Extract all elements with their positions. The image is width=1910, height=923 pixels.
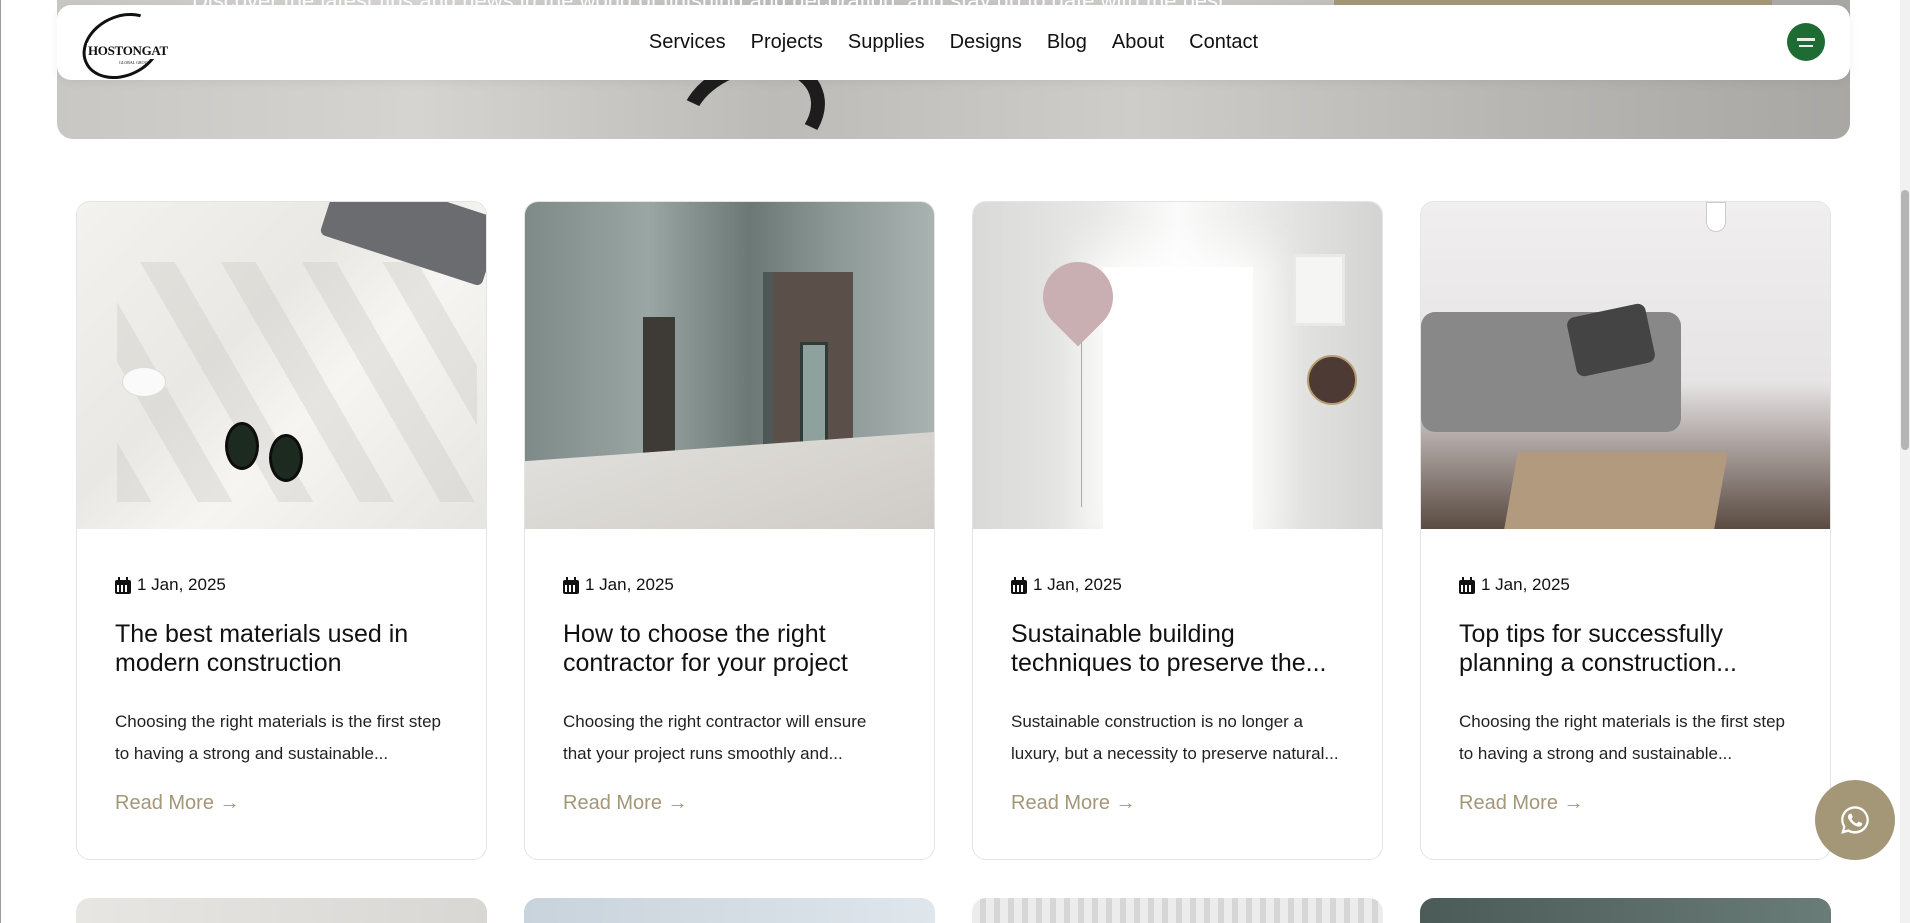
lens-right (269, 434, 303, 482)
post-date-text: 1 Jan, 2025 (1033, 575, 1122, 594)
post-date-text: 1 Jan, 2025 (1481, 575, 1570, 594)
post-excerpt: Choosing the right contractor will ensur… (563, 712, 867, 763)
post-date: 1 Jan, 2025 (115, 575, 448, 595)
nav-contact[interactable]: Contact (1177, 31, 1271, 54)
whatsapp-button[interactable] (1815, 780, 1895, 860)
blog-card[interactable]: 1 Jan, 2025 The best materials used in m… (76, 201, 487, 860)
calendar-icon (1011, 576, 1027, 594)
blog-card-body: 1 Jan, 2025 The best materials used in m… (77, 575, 486, 815)
page-scrollbar[interactable] (1900, 0, 1910, 923)
flag-sword (1799, 44, 1813, 47)
nav-about[interactable]: About (1099, 31, 1176, 54)
nav-blog[interactable]: Blog (1034, 31, 1099, 54)
blog-card-body: 1 Jan, 2025 How to choose the right cont… (525, 575, 934, 815)
blog-card-image[interactable] (972, 898, 1383, 923)
post-date: 1 Jan, 2025 (1459, 575, 1792, 595)
flag-script (1797, 37, 1815, 41)
blog-card[interactable]: 1 Jan, 2025 How to choose the right cont… (524, 201, 935, 860)
bright-window-image (1103, 267, 1253, 529)
blog-card-body: 1 Jan, 2025 Top tips for successfully pl… (1421, 575, 1830, 815)
pendant-lamp-image (1706, 202, 1726, 232)
blog-card[interactable]: 1 Jan, 2025 Top tips for successfully pl… (1420, 201, 1831, 860)
calendar-icon (1459, 576, 1475, 594)
post-excerpt: Choosing the right materials is the firs… (1459, 712, 1785, 763)
nav-supplies[interactable]: Supplies (835, 31, 937, 54)
calendar-icon (115, 576, 131, 594)
lens-left (225, 422, 259, 470)
read-more-link[interactable]: Read More → (1011, 792, 1136, 815)
blog-card-image[interactable] (1420, 898, 1831, 923)
post-date: 1 Jan, 2025 (1011, 575, 1344, 595)
post-title[interactable]: The best materials used in modern constr… (115, 620, 448, 678)
whatsapp-icon (1841, 806, 1869, 834)
post-date-text: 1 Jan, 2025 (585, 575, 674, 594)
post-excerpt: Choosing the right materials is the firs… (115, 712, 441, 763)
cactus-frame-image (1293, 254, 1345, 326)
read-more-link[interactable]: Read More → (563, 792, 688, 815)
nav-services[interactable]: Services (636, 31, 738, 54)
calendar-icon (563, 576, 579, 594)
nav-designs[interactable]: Designs (937, 31, 1034, 54)
blog-card-image[interactable] (525, 202, 934, 529)
blog-card-image[interactable] (76, 898, 487, 923)
post-title[interactable]: How to choose the right contractor for y… (563, 620, 896, 678)
nav-projects[interactable]: Projects (738, 31, 835, 54)
balloon-string (1081, 327, 1082, 507)
post-date: 1 Jan, 2025 (563, 575, 896, 595)
blog-card-image[interactable] (524, 898, 935, 923)
window-edge (0, 0, 1, 923)
saudi-flag-icon[interactable] (1787, 23, 1825, 61)
main-nav: Services Projects Supplies Designs Blog … (57, 5, 1850, 80)
post-title[interactable]: Top tips for successfully planning a con… (1459, 620, 1792, 678)
coffee-table-image (1504, 452, 1728, 529)
read-more-link[interactable]: Read More → (115, 792, 240, 815)
sunglasses-image (217, 422, 337, 482)
post-title[interactable]: Sustainable building techniques to prese… (1011, 620, 1344, 678)
scrollbar-thumb[interactable] (1901, 190, 1909, 450)
blog-card-grid-row2 (76, 898, 1831, 923)
blog-card-grid: 1 Jan, 2025 The best materials used in m… (76, 201, 1831, 860)
blog-card-image[interactable] (77, 202, 486, 529)
blog-card-body: 1 Jan, 2025 Sustainable building techniq… (973, 575, 1382, 815)
post-date-text: 1 Jan, 2025 (137, 575, 226, 594)
blog-card-image[interactable] (1421, 202, 1830, 529)
earbuds-case-image (122, 367, 166, 397)
wall-clock-image (1307, 355, 1357, 405)
blog-card[interactable]: 1 Jan, 2025 Sustainable building techniq… (972, 201, 1383, 860)
navbar: HOSTONGAT GLOBAL GROUP Services Projects… (57, 0, 1850, 92)
floor-image (525, 432, 934, 529)
read-more-link[interactable]: Read More → (1459, 792, 1584, 815)
post-excerpt: Sustainable construction is no longer a … (1011, 712, 1339, 763)
blog-card-image[interactable] (973, 202, 1382, 529)
